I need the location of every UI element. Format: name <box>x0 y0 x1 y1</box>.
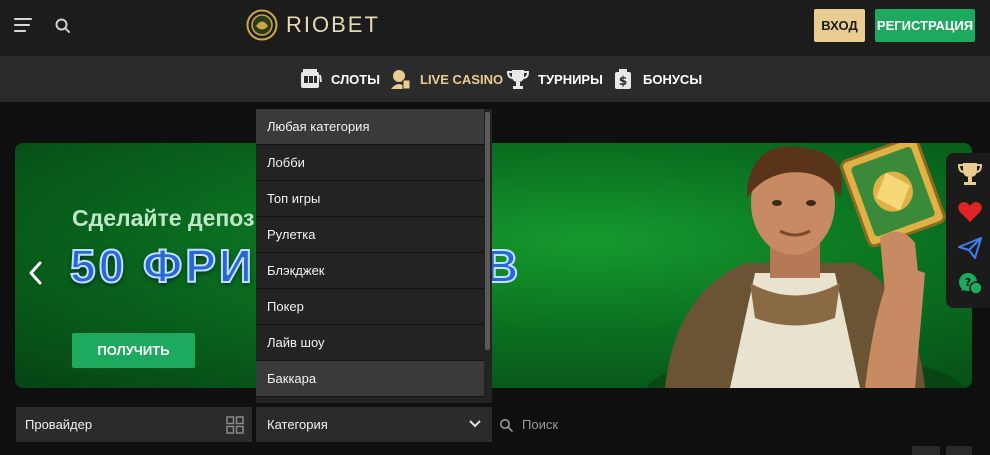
game-search <box>496 407 970 442</box>
category-filter-label: Категория <box>267 417 328 432</box>
register-button[interactable]: РЕГИСТРАЦИЯ <box>875 9 975 42</box>
category-filter[interactable]: Категория <box>256 407 492 442</box>
logo-emblem-icon <box>246 9 278 41</box>
category-dropdown-list[interactable]: Любая категория Лобби Топ игры Рулетка Б… <box>256 109 492 403</box>
category-option[interactable]: Любая категория <box>256 109 484 145</box>
view-toggle-button[interactable] <box>912 446 940 455</box>
nav-item-label: БОНУСЫ <box>643 71 703 87</box>
search-input[interactable] <box>522 417 922 432</box>
view-toggle-button[interactable] <box>946 446 972 455</box>
search-icon <box>500 419 513 432</box>
nav-item-label: LIVE CASINO <box>420 71 504 87</box>
category-option[interactable]: Лобби <box>256 145 484 181</box>
get-bonus-button[interactable]: ПОЛУЧИТЬ <box>72 333 195 368</box>
nav-item-live-casino[interactable]: LIVE CASINO <box>389 56 503 102</box>
category-option[interactable]: Лайв шоу <box>256 325 484 361</box>
dropdown-scrollbar[interactable] <box>485 112 490 350</box>
provider-filter-label: Провайдер <box>25 417 93 432</box>
nav-item-slots[interactable]: СЛОТЫ <box>300 56 380 102</box>
nav-item-label: ТУРНИРЫ <box>538 71 603 87</box>
send-icon[interactable] <box>957 235 983 261</box>
side-quick-rail: ? <box>946 153 990 308</box>
support-chat-icon[interactable]: ? <box>957 271 983 297</box>
category-option[interactable]: Блэкджек <box>256 253 484 289</box>
logo[interactable]: RIOBET <box>246 9 380 41</box>
heart-icon[interactable] <box>957 199 983 225</box>
banner-headline: 50 ФРИ <box>69 239 255 293</box>
category-option[interactable]: Рулетка <box>256 217 484 253</box>
svg-text:$: $ <box>619 74 627 88</box>
nav-item-tournaments[interactable]: ТУРНИРЫ <box>507 56 603 102</box>
logo-text: RIOBET <box>286 12 380 37</box>
carousel-prev-icon[interactable] <box>26 258 46 288</box>
trophy-icon[interactable] <box>957 161 983 187</box>
menu-icon[interactable] <box>14 18 32 32</box>
category-option[interactable]: Топ игры <box>256 181 484 217</box>
category-option[interactable]: Покер <box>256 289 484 325</box>
chevron-down-icon <box>469 420 481 428</box>
bonus-icon: $ <box>612 68 634 90</box>
nav-item-label: СЛОТЫ <box>331 71 380 87</box>
nav-item-bonuses[interactable]: $ БОНУСЫ <box>612 56 702 102</box>
category-option[interactable]: Баккара <box>256 361 484 397</box>
promo-banner[interactable]: Сделайте депозит и 50 ФРИ В ПОЛУЧИТЬ <box>15 143 972 388</box>
slot-machine-icon <box>300 68 322 90</box>
banner-hero-illustration <box>646 143 964 388</box>
provider-filter[interactable]: Провайдер <box>16 407 252 442</box>
top-header: RIOBET ВХОД РЕГИСТРАЦИЯ <box>0 0 990 56</box>
main-nav: СЛОТЫ LIVE CASINO ТУРНИРЫ $ БОНУСЫ <box>0 56 990 102</box>
grid-icon <box>226 416 244 434</box>
trophy-icon <box>507 68 529 90</box>
search-icon[interactable] <box>54 17 72 35</box>
login-button[interactable]: ВХОД <box>814 9 865 42</box>
dealer-icon <box>389 68 411 90</box>
